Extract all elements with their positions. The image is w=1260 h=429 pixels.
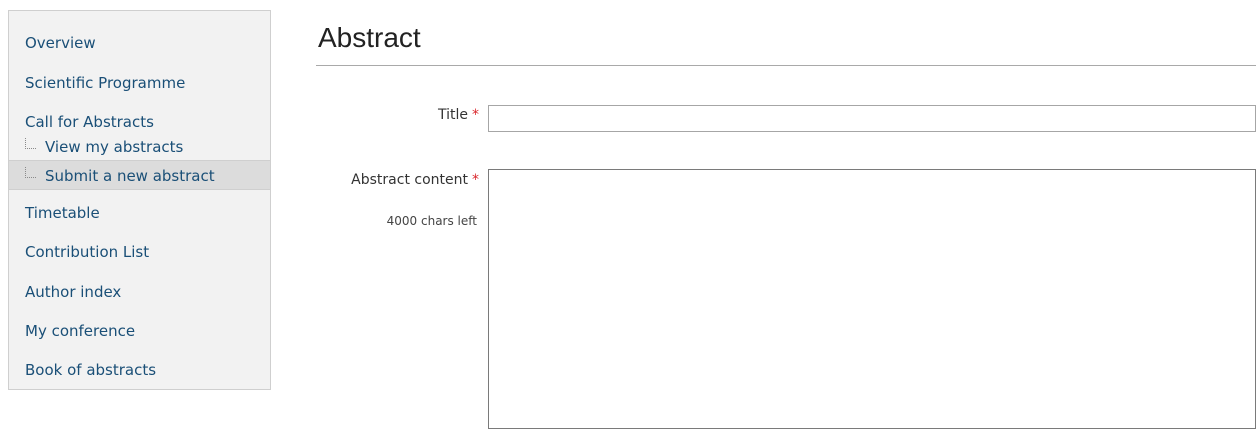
- sidebar-item-scientific-programme[interactable]: Scientific Programme: [9, 63, 270, 103]
- sidebar-item-label: Book of abstracts: [25, 361, 157, 379]
- sidebar-item-overview[interactable]: Overview: [9, 23, 270, 63]
- abstract-content-label-text: Abstract content: [351, 172, 468, 188]
- title-label-text: Title: [437, 107, 468, 123]
- sidebar-item-label: Call for Abstracts: [25, 113, 154, 131]
- abstract-content-textarea[interactable]: [488, 169, 1256, 429]
- sidebar-item-label: Timetable: [25, 204, 100, 222]
- sidebar-item-label: Submit a new abstract: [45, 167, 215, 185]
- abstract-content-label: Abstract content *: [351, 172, 479, 188]
- sidebar-item-label: Contribution List: [25, 243, 150, 261]
- required-marker: *: [472, 172, 479, 188]
- sidebar-item-view-my-abstracts[interactable]: View my abstracts: [9, 135, 270, 159]
- title-field-label: Title *: [438, 107, 479, 123]
- tree-branch-icon: [25, 167, 36, 178]
- title-divider: [316, 65, 1256, 66]
- sidebar-item-submit-new-abstract[interactable]: Submit a new abstract: [9, 160, 270, 190]
- sidebar-item-my-conference[interactable]: My conference: [9, 311, 270, 351]
- sidebar-item-label: My conference: [25, 322, 136, 340]
- sidebar-item-timetable[interactable]: Timetable: [9, 193, 270, 233]
- sidebar-item-contribution-list[interactable]: Contribution List: [9, 232, 270, 272]
- sidebar-item-label: Scientific Programme: [25, 74, 186, 92]
- required-marker: *: [472, 107, 479, 123]
- sidebar-item-label: Overview: [25, 34, 96, 52]
- chars-left-counter: 4000 chars left: [386, 214, 477, 228]
- sidebar-item-label: Author index: [25, 283, 122, 301]
- title-input[interactable]: [488, 105, 1256, 132]
- sidebar-item-book-of-abstracts[interactable]: Book of abstracts: [9, 350, 270, 390]
- sidebar-nav: Overview Scientific Programme Call for A…: [8, 10, 271, 390]
- sidebar-item-author-index[interactable]: Author index: [9, 272, 270, 312]
- sidebar-item-label: View my abstracts: [45, 138, 184, 156]
- page-title: Abstract: [318, 22, 421, 53]
- tree-branch-icon: [25, 138, 36, 149]
